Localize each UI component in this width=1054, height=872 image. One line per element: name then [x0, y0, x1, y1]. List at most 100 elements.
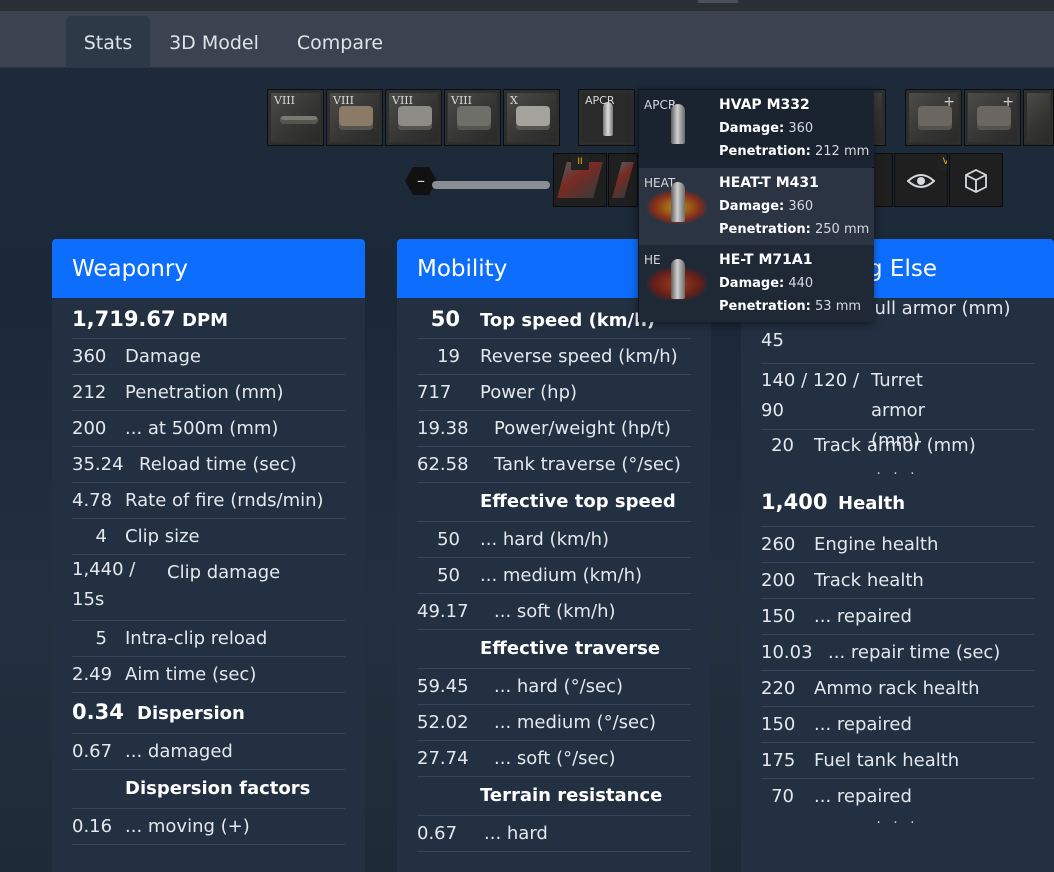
- stat-row: 140 / 120 / 90 Turret armor (mm): [761, 364, 1034, 451]
- stat-row: 50... hard (km/h): [417, 522, 691, 558]
- equipment-slot-2[interactable]: +: [964, 89, 1021, 146]
- ammo-slot[interactable]: APCR: [578, 89, 635, 146]
- minus-hex-button[interactable]: –: [405, 167, 437, 195]
- module-gun-slot[interactable]: VIII: [267, 89, 324, 146]
- stat-row: 150... repaired: [761, 707, 1034, 743]
- stat-row: 260 Engine health: [761, 527, 1034, 563]
- module-tier: VIII: [451, 94, 472, 107]
- ammo-penetration: Penetration: 250 mm: [719, 222, 870, 237]
- module-engine-slot[interactable]: VIII: [385, 89, 442, 146]
- stat-row: 0.67... hard: [417, 816, 691, 852]
- stat-row: 27.74... soft (°/sec): [417, 741, 691, 777]
- ammo-popup: APCR HVAP M332 Damage: 360 Penetration: …: [638, 89, 874, 322]
- stat-row: 4.78 Rate of fire (rnds/min): [72, 483, 345, 519]
- stat-row: 200... at 500m (mm): [72, 411, 345, 447]
- equipment-slot-3[interactable]: [1023, 89, 1054, 146]
- lock-icon: VI: [938, 154, 947, 170]
- stat-row: 212 Penetration (mm): [72, 375, 345, 411]
- everything-else-card: g Else 80 / 60 / 45Hull armor (mm) 140 /…: [741, 239, 1054, 872]
- stat-row: 1,719.67 DPM: [72, 298, 345, 339]
- equipment-slot-1[interactable]: +: [905, 89, 962, 146]
- ammo-option-he[interactable]: HE HE-T M71A1 Damage: 440 Penetration: 5…: [639, 245, 874, 322]
- suspension-icon: [457, 106, 491, 130]
- ammo-option-heat[interactable]: HEAT HEAT-T M431 Damage: 360 Penetration…: [639, 168, 874, 245]
- lock-icon: II: [571, 154, 589, 170]
- mobility-card: Mobility 50 Top speed (km/h) 19 Reverse sp…: [397, 239, 711, 872]
- stat-row: 4 Clip size: [72, 519, 345, 555]
- stat-row: 19 Reverse speed (km/h): [417, 339, 691, 375]
- plus-icon: +: [943, 94, 955, 110]
- engine-icon: [398, 106, 432, 130]
- stat-row: 0.67... damaged: [72, 734, 345, 770]
- stat-row: 1,400 Health: [761, 486, 1034, 527]
- stat-row: 5 Intra-clip reload: [72, 621, 345, 657]
- tab-bar: Stats 3D Model Compare: [0, 11, 1054, 68]
- upgrade-slot-left[interactable]: II: [553, 153, 607, 207]
- top-grip: [698, 0, 738, 3]
- plus-icon: +: [1002, 94, 1014, 110]
- module-tier: VIII: [392, 94, 413, 107]
- stat-row: 175 Fuel tank health: [761, 743, 1034, 779]
- upgrade-art-icon: [612, 162, 634, 198]
- ammo-slot-type: APCR: [585, 94, 615, 107]
- tab-stats[interactable]: Stats: [66, 16, 150, 68]
- weaponry-card: Weaponry 1,719.67 DPM 360 Damage 212 Penetr…: [52, 239, 365, 872]
- stat-row: 2.49 Aim time (sec): [72, 657, 345, 693]
- section-header: Terrain resistance: [417, 777, 691, 816]
- tab-3d-model[interactable]: 3D Model: [158, 16, 270, 68]
- stat-row: 35.24 Reload time (sec): [72, 447, 345, 483]
- ammo-name: HEAT-T M431: [719, 175, 819, 191]
- stat-row: 49.17... soft (km/h): [417, 594, 691, 630]
- module-suspension-slot[interactable]: VIII: [444, 89, 501, 146]
- window-top-strip: [0, 0, 1054, 11]
- stat-row: 19.38 Power/weight (hp/t): [417, 411, 691, 447]
- stat-row: 200 Track health: [761, 563, 1034, 599]
- level-slider[interactable]: [432, 181, 550, 189]
- ammo-name: HVAP M332: [719, 97, 810, 113]
- section-header: Dispersion factors: [72, 770, 345, 809]
- ammo-damage: Damage: 360: [719, 199, 814, 214]
- stat-row: 50... medium (km/h): [417, 558, 691, 594]
- shell-icon: [671, 259, 685, 299]
- stat-row: 59.45... hard (°/sec): [417, 669, 691, 705]
- vision-upgrade-slot[interactable]: VI: [894, 153, 948, 207]
- shell-icon: [603, 102, 613, 136]
- ammo-penetration: Penetration: 53 mm: [719, 299, 862, 314]
- section-header: Effective top speed: [417, 483, 691, 522]
- shell-icon: [671, 104, 685, 144]
- module-radio-slot[interactable]: X: [503, 89, 560, 146]
- upgrade-slot-right-partial[interactable]: [873, 153, 893, 207]
- stat-row: 360 Damage: [72, 339, 345, 375]
- stat-row: 10.03... repair time (sec): [761, 635, 1034, 671]
- turret-icon: [339, 106, 373, 130]
- stat-row: 150... repaired: [761, 599, 1034, 635]
- ammo-type: HE: [644, 253, 661, 267]
- gun-icon: [280, 116, 318, 124]
- cube-icon: [950, 154, 1002, 206]
- module-turret-slot[interactable]: VIII: [326, 89, 383, 146]
- section-header: Effective traverse: [417, 630, 691, 669]
- stat-row: 70... repaired: [771, 786, 912, 807]
- stat-row: 52.02... medium (°/sec): [417, 705, 691, 741]
- stat-row: 62.58 Tank traverse (°/sec): [417, 447, 691, 483]
- stat-row: 0.16... moving (+): [72, 809, 345, 845]
- upgrade-slot-left-2[interactable]: [608, 153, 638, 207]
- stat-row: 717 Power (hp): [417, 375, 691, 411]
- module-tier: VIII: [274, 94, 295, 107]
- stat-row: 1,440 / 15s Clip damage: [72, 555, 345, 621]
- stat-row: 0.34 Dispersion: [72, 693, 345, 734]
- ammo-option-apcr[interactable]: APCR HVAP M332 Damage: 360 Penetration: …: [639, 90, 874, 167]
- stat-row: 220 Ammo rack health: [761, 671, 1034, 707]
- stat-row: 20 Track armor (mm): [771, 435, 976, 456]
- card-title: Weaponry: [52, 239, 365, 298]
- ammo-damage: Damage: 440: [719, 276, 814, 291]
- tab-compare[interactable]: Compare: [286, 16, 394, 68]
- more-dots: · · ·: [876, 466, 919, 482]
- radio-icon: [516, 106, 550, 130]
- more-dots: · · ·: [876, 815, 919, 831]
- model-upgrade-slot[interactable]: [949, 153, 1003, 207]
- shell-icon: [671, 182, 685, 222]
- module-tier: X: [510, 94, 518, 107]
- ammo-penetration: Penetration: 212 mm: [719, 144, 870, 159]
- ammo-name: HE-T M71A1: [719, 252, 813, 268]
